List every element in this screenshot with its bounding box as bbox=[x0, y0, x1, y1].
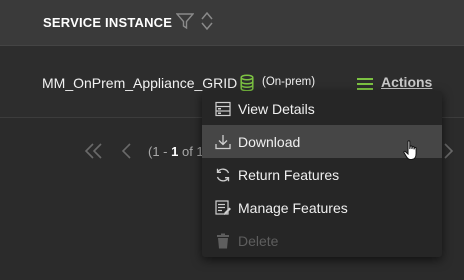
menu-item-label: Manage Features bbox=[238, 199, 348, 216]
service-instance-name: MM_OnPrem_Appliance_GRID bbox=[42, 75, 238, 91]
menu-item-manage-features[interactable]: Manage Features bbox=[202, 191, 442, 224]
page-range-prefix: (1 - bbox=[148, 144, 172, 159]
menu-item-view-details[interactable]: View Details bbox=[202, 92, 442, 125]
table-header-row: SERVICE INSTANCE bbox=[0, 0, 464, 46]
previous-page-icon[interactable] bbox=[121, 142, 133, 165]
column-header-service-instance[interactable]: SERVICE INSTANCE bbox=[43, 15, 172, 30]
manage-icon bbox=[214, 199, 232, 217]
menu-item-delete: Delete bbox=[202, 224, 442, 257]
first-page-icon[interactable] bbox=[84, 142, 104, 165]
menu-item-label: Download bbox=[238, 133, 301, 150]
filter-icon[interactable] bbox=[175, 12, 195, 35]
details-icon bbox=[214, 100, 232, 118]
menu-item-label: Delete bbox=[238, 232, 279, 249]
page-range-suffix: of 1 bbox=[178, 144, 204, 159]
download-icon bbox=[214, 133, 232, 151]
environment-label: (On-prem) bbox=[262, 76, 316, 88]
return-icon bbox=[214, 166, 232, 184]
sort-icon[interactable] bbox=[200, 10, 214, 37]
actions-link[interactable]: Actions bbox=[381, 74, 432, 90]
page-range-text: (1 - 1 of 1 bbox=[148, 144, 204, 159]
menu-item-label: Return Features bbox=[238, 166, 340, 183]
hand-cursor-icon bbox=[403, 140, 421, 167]
next-page-icon[interactable] bbox=[442, 142, 454, 165]
actions-menu: View Details Download Return Features Ma… bbox=[202, 91, 442, 257]
menu-item-label: View Details bbox=[238, 100, 315, 117]
trash-icon bbox=[214, 232, 232, 250]
